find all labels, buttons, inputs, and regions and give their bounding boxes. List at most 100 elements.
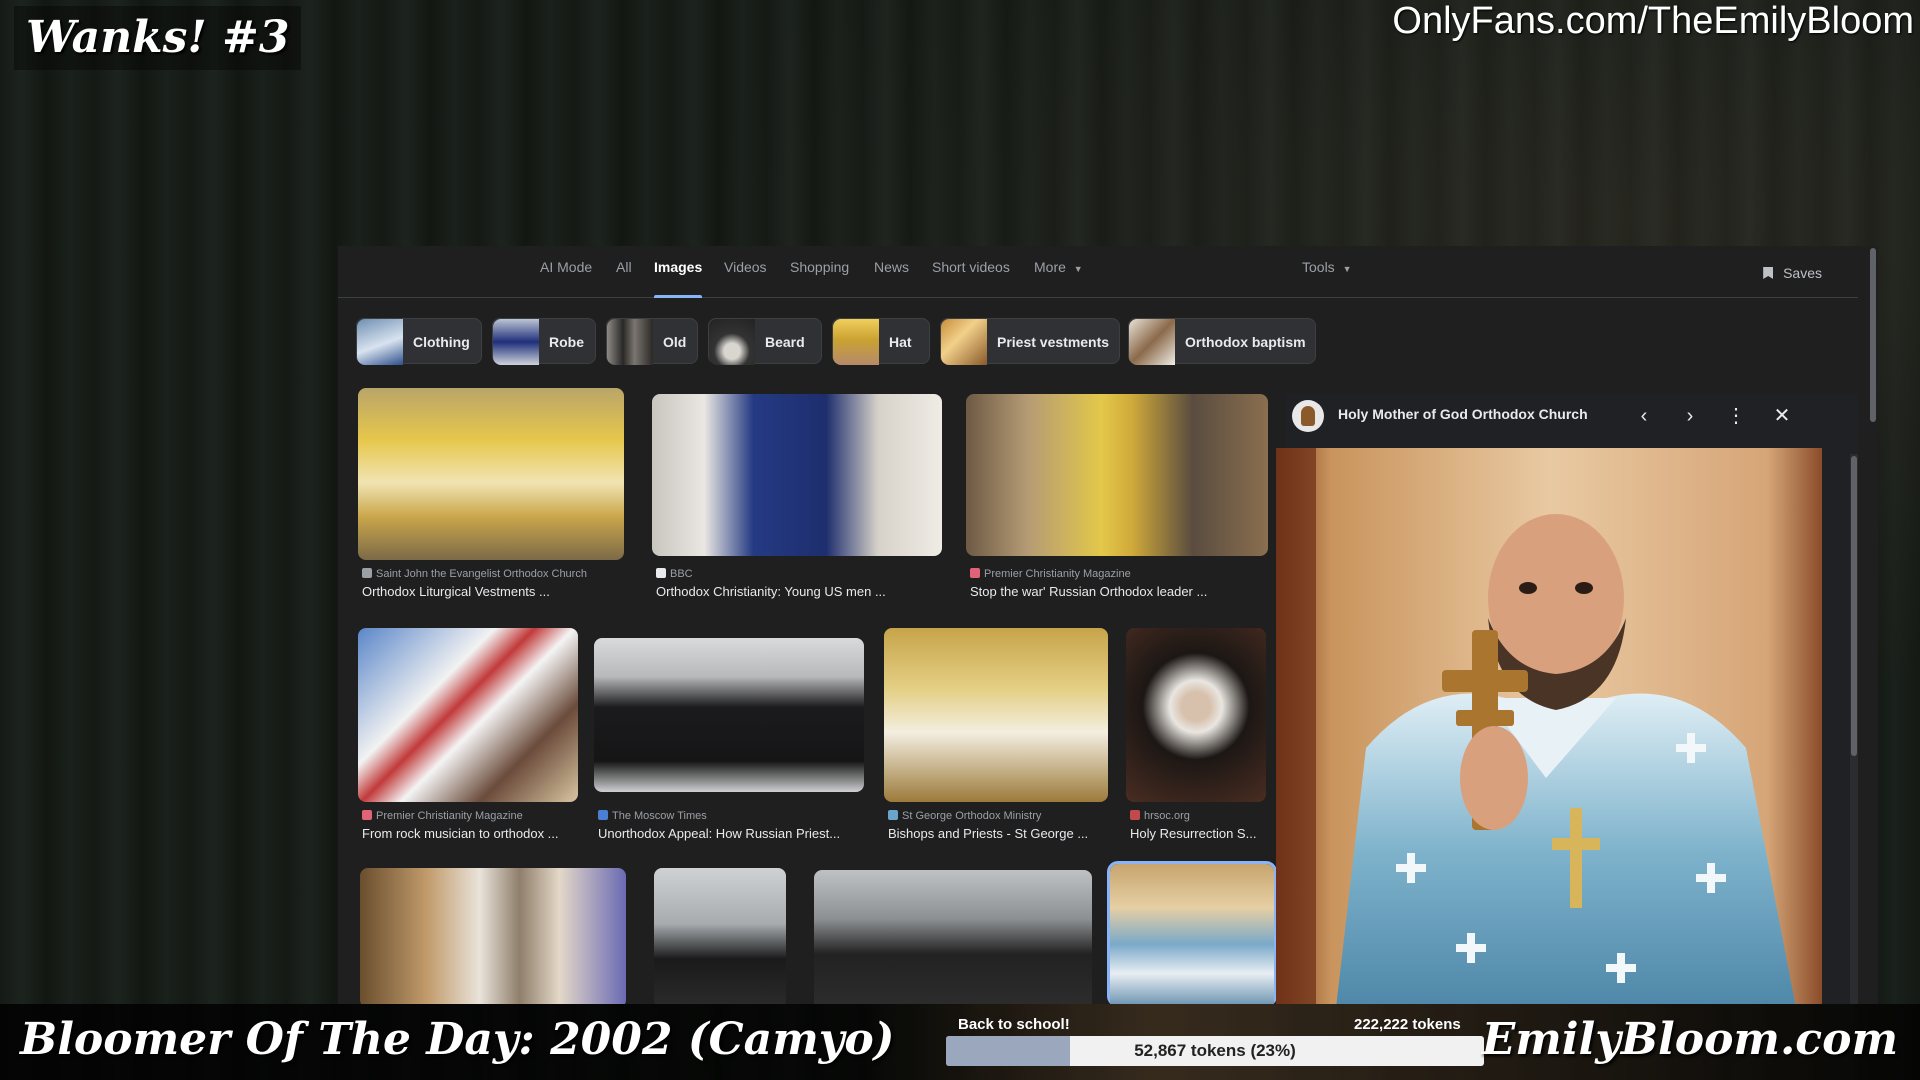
image-result[interactable]: St George Orthodox Ministry Bishops and … bbox=[884, 628, 1108, 841]
tools-button[interactable]: Tools ▼ bbox=[1302, 246, 1352, 298]
result-title: Stop the war' Russian Orthodox leader ..… bbox=[970, 584, 1208, 599]
chip-hat[interactable]: Hat bbox=[832, 318, 930, 365]
site-favicon-icon bbox=[362, 810, 372, 820]
caret-down-icon: ▼ bbox=[1342, 264, 1352, 274]
image-result[interactable] bbox=[360, 868, 626, 1004]
chip-label: Hat bbox=[889, 334, 912, 350]
result-thumbnail bbox=[1126, 628, 1266, 802]
chevron-left-icon[interactable]: ‹ bbox=[1630, 402, 1658, 430]
chip-label: Clothing bbox=[413, 334, 470, 350]
chip-label: Priest vestments bbox=[997, 334, 1110, 350]
bookmark-icon bbox=[1763, 267, 1774, 279]
site-favicon-icon bbox=[362, 568, 372, 578]
chip-label: Old bbox=[663, 334, 687, 350]
result-title: Orthodox Christianity: Young US men ... bbox=[656, 584, 886, 599]
site-favicon-icon bbox=[970, 568, 980, 578]
result-thumbnail bbox=[358, 628, 578, 802]
result-thumbnail bbox=[814, 870, 1092, 1004]
result-thumbnail bbox=[360, 868, 626, 1004]
window-scroll-thumb[interactable] bbox=[1870, 248, 1876, 422]
browser-window: AI Mode All Images Videos Shopping News … bbox=[338, 246, 1878, 1004]
saves-button[interactable]: Saves bbox=[1763, 265, 1822, 281]
chip-thumbnail bbox=[1129, 319, 1175, 365]
site-favicon-icon bbox=[888, 810, 898, 820]
caret-down-icon: ▼ bbox=[1073, 264, 1083, 274]
result-source: BBC bbox=[656, 568, 693, 580]
more-vert-icon[interactable]: ⋮ bbox=[1722, 402, 1750, 430]
result-title: From rock musician to orthodox ... bbox=[362, 826, 559, 841]
image-result[interactable]: The Moscow Times Unorthodox Appeal: How … bbox=[594, 638, 864, 841]
stream-title: Wanks! #3 bbox=[14, 6, 302, 70]
result-title: Unorthodox Appeal: How Russian Priest... bbox=[598, 826, 841, 841]
preview-image[interactable] bbox=[1276, 448, 1822, 1004]
image-result[interactable]: hrsoc.org Holy Resurrection S... bbox=[1126, 628, 1266, 841]
search-tabs: AI Mode All Images Videos Shopping News … bbox=[338, 246, 1858, 298]
tab-shopping[interactable]: Shopping bbox=[790, 246, 849, 298]
result-thumbnail bbox=[652, 394, 942, 556]
saves-label: Saves bbox=[1783, 265, 1822, 281]
result-source: Premier Christianity Magazine bbox=[362, 810, 523, 822]
chip-clothing[interactable]: Clothing bbox=[356, 318, 482, 365]
chip-thumbnail bbox=[493, 319, 539, 365]
result-source: The Moscow Times bbox=[598, 810, 707, 822]
chevron-right-icon[interactable]: › bbox=[1676, 402, 1704, 430]
image-result[interactable] bbox=[814, 870, 1092, 1004]
result-title: Orthodox Liturgical Vestments ... bbox=[362, 584, 550, 599]
site-favicon-icon bbox=[598, 810, 608, 820]
chip-old[interactable]: Old bbox=[606, 318, 698, 365]
result-title: Bishops and Priests - St George ... bbox=[888, 826, 1089, 841]
preview-scroll-thumb[interactable] bbox=[1851, 456, 1857, 756]
chip-thumbnail bbox=[833, 319, 879, 365]
tab-ai-mode[interactable]: AI Mode bbox=[540, 246, 592, 298]
chip-thumbnail bbox=[709, 319, 755, 365]
chip-beard[interactable]: Beard bbox=[708, 318, 822, 365]
preview-scrollbar[interactable] bbox=[1850, 454, 1858, 1004]
image-result[interactable] bbox=[654, 868, 786, 1004]
site-link-text: EmilyBloom.com bbox=[1481, 1014, 1898, 1065]
tools-label: Tools bbox=[1302, 259, 1335, 275]
result-thumbnail bbox=[594, 638, 864, 792]
image-result[interactable]: Premier Christianity Magazine From rock … bbox=[358, 628, 578, 841]
tab-more[interactable]: More ▼ bbox=[1034, 246, 1083, 298]
goal-progress-bar: 52,867 tokens (23%) bbox=[946, 1036, 1484, 1066]
image-result[interactable]: BBC Orthodox Christianity: Young US men … bbox=[652, 394, 942, 599]
chip-robe[interactable]: Robe bbox=[492, 318, 596, 365]
tab-more-label: More bbox=[1034, 259, 1066, 275]
preview-header: Holy Mother of God Orthodox Church ‹ › ⋮… bbox=[1286, 394, 1858, 438]
chip-thumbnail bbox=[357, 319, 403, 365]
tab-videos[interactable]: Videos bbox=[724, 246, 767, 298]
preview-photo bbox=[1276, 448, 1822, 1004]
result-source: hrsoc.org bbox=[1130, 810, 1190, 822]
goal-label: Back to school! bbox=[958, 1016, 1070, 1033]
result-title: Holy Resurrection S... bbox=[1130, 826, 1257, 841]
result-source: Saint John the Evangelist Orthodox Churc… bbox=[362, 568, 587, 580]
result-thumbnail bbox=[358, 388, 624, 560]
image-result[interactable]: Premier Christianity Magazine Stop the w… bbox=[966, 394, 1268, 599]
result-thumbnail bbox=[1110, 864, 1274, 1004]
chip-thumbnail bbox=[607, 319, 653, 365]
chip-label: Beard bbox=[765, 334, 805, 350]
onlyfans-link-text: OnlyFans.com/TheEmilyBloom bbox=[1392, 0, 1914, 42]
chip-priest-vestments[interactable]: Priest vestments bbox=[940, 318, 1120, 365]
image-result[interactable]: Saint John the Evangelist Orthodox Churc… bbox=[358, 388, 624, 599]
tab-short-videos[interactable]: Short videos bbox=[932, 246, 1010, 298]
chip-label: Robe bbox=[549, 334, 584, 350]
tab-all[interactable]: All bbox=[616, 246, 632, 298]
tab-images[interactable]: Images bbox=[654, 246, 703, 298]
result-thumbnail bbox=[884, 628, 1108, 802]
result-thumbnail bbox=[966, 394, 1268, 556]
preview-site-name: Holy Mother of God Orthodox Church bbox=[1338, 406, 1588, 422]
site-logo-icon bbox=[1292, 400, 1324, 432]
window-scrollbar[interactable] bbox=[1868, 246, 1878, 1004]
image-result-selected[interactable] bbox=[1107, 861, 1277, 1004]
close-icon[interactable]: ✕ bbox=[1768, 402, 1796, 430]
result-source: Premier Christianity Magazine bbox=[970, 568, 1131, 580]
result-thumbnail bbox=[654, 868, 786, 1004]
chip-orthodox-baptism[interactable]: Orthodox baptism bbox=[1128, 318, 1316, 365]
bloomer-of-the-day: Bloomer Of The Day: 2002 (Camyo) bbox=[20, 1014, 895, 1065]
tab-news[interactable]: News bbox=[874, 246, 909, 298]
site-favicon-icon bbox=[1130, 810, 1140, 820]
chip-label: Orthodox baptism bbox=[1185, 334, 1306, 350]
site-favicon-icon bbox=[656, 568, 666, 578]
goal-progress-text: 52,867 tokens (23%) bbox=[1134, 1041, 1296, 1060]
